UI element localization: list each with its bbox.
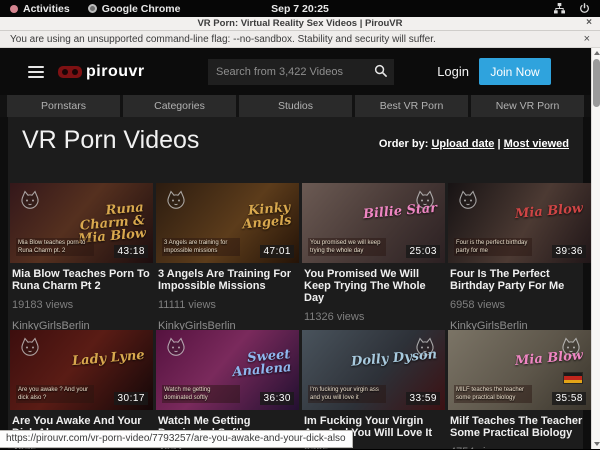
hamburger-menu-icon[interactable] [28, 63, 44, 81]
video-card[interactable]: Runa Charm & Mia Blow Mia Blow teaches p… [10, 183, 153, 330]
studio-cat-mask-watermark-icon [18, 335, 42, 359]
video-card[interactable]: Billie Star You promised we will keep tr… [302, 183, 445, 330]
video-duration-badge: 39:36 [552, 245, 586, 258]
video-title[interactable]: Milf Teaches The Teacher Some Practical … [450, 415, 589, 439]
german-flag-icon [563, 372, 583, 384]
status-url-bubble: https://pirouvr.com/vr-porn-video/779325… [0, 430, 353, 448]
order-by-most-viewed-link[interactable]: Most viewed [504, 138, 569, 150]
video-thumbnail[interactable]: Mia Blow MILF teaches the teacher some p… [448, 330, 591, 410]
search-button[interactable] [366, 59, 394, 85]
video-duration-badge: 43:18 [114, 245, 148, 258]
thumbnail-caption: Mia Blow teaches porn to Runa Charm pt. … [16, 238, 94, 256]
video-card[interactable]: Mia Blow MILF teaches the teacher some p… [448, 330, 591, 449]
warning-close-icon[interactable]: × [584, 33, 590, 45]
nav-item-studios[interactable]: Studios [239, 95, 352, 117]
order-by-controls: Order by: Upload date | Most viewed [379, 138, 569, 150]
thumbnail-overlay-title: Billie Star [362, 202, 437, 221]
login-link[interactable]: Login [437, 64, 469, 79]
thumbnail-caption: I'm fucking your virgin ass and you will… [308, 385, 386, 403]
window-close-icon[interactable]: × [586, 17, 592, 28]
nav-item-new-vr-porn[interactable]: New VR Porn [471, 95, 584, 117]
thumbnail-overlay-title: Dolly Dyson [350, 348, 437, 368]
video-thumbnail[interactable]: Mia Blow Four is the perfect birthday pa… [448, 183, 591, 263]
video-duration-badge: 35:58 [552, 392, 586, 405]
vr-headset-logo-icon [58, 66, 82, 78]
scrollbar-thumb[interactable] [593, 59, 600, 107]
main-nav: Pornstars Categories Studios Best VR Por… [0, 95, 591, 117]
browser-viewport: pirouvr Login Join Now Pornstars Categor… [0, 48, 600, 449]
scrollbar-down-arrow-icon[interactable] [592, 439, 600, 449]
video-views: 11111 views [158, 299, 297, 311]
window-title-bar: VR Porn: Virtual Reality Sex Videos | Pi… [0, 17, 600, 31]
search-icon [374, 64, 387, 80]
thumbnail-overlay-title: Sweet Analena [200, 348, 292, 382]
chrome-warning-bar: You are using an unsupported command-lin… [0, 31, 600, 48]
order-by-upload-date-link[interactable]: Upload date [431, 138, 494, 150]
video-thumbnail[interactable]: Kinky Angels 3 Angels are training for i… [156, 183, 299, 263]
content-panel: VR Porn Videos Order by: Upload date | M… [8, 117, 583, 449]
studio-cat-mask-watermark-icon [18, 188, 42, 212]
video-title[interactable]: 3 Angels Are Training For Impossible Mis… [158, 268, 297, 292]
search-input[interactable] [208, 66, 366, 78]
video-views: 6958 views [450, 299, 589, 311]
page-scrollbar[interactable] [591, 48, 600, 449]
join-now-button[interactable]: Join Now [479, 58, 551, 85]
thumbnail-overlay-title: Mia Blow [514, 202, 583, 221]
video-duration-badge: 30:17 [114, 392, 148, 405]
web-page: pirouvr Login Join Now Pornstars Categor… [0, 48, 591, 449]
thumbnail-caption: Are you awake ? And your dick also ? [16, 385, 94, 403]
page-title: VR Porn Videos [22, 126, 199, 155]
video-views: 11326 views [304, 311, 443, 323]
scrollbar-up-arrow-icon[interactable] [592, 48, 600, 58]
power-icon[interactable] [579, 3, 590, 14]
video-thumbnail[interactable]: Runa Charm & Mia Blow Mia Blow teaches p… [10, 183, 153, 263]
video-duration-badge: 47:01 [260, 245, 294, 258]
thumbnail-caption: MILF teaches the teacher some practical … [454, 385, 532, 403]
site-logo-text: pirouvr [86, 63, 145, 81]
video-duration-badge: 25:03 [406, 245, 440, 258]
video-duration-badge: 33:59 [406, 392, 440, 405]
app-menu-label: Google Chrome [102, 3, 181, 15]
activities-label: Activities [23, 3, 70, 15]
video-thumbnail[interactable]: Lady Lyne Are you awake ? And your dick … [10, 330, 153, 410]
chrome-icon [88, 4, 97, 13]
app-menu-google-chrome[interactable]: Google Chrome [88, 3, 181, 15]
video-title[interactable]: Mia Blow Teaches Porn To Runa Charm Pt 2 [12, 268, 151, 292]
video-views: 4754 views [450, 446, 589, 449]
system-top-bar: Activities Google Chrome Sep 7 20:25 [0, 0, 600, 17]
video-thumbnail[interactable]: Dolly Dyson I'm fucking your virgin ass … [302, 330, 445, 410]
thumbnail-overlay-title: Lady Lyne [72, 349, 146, 368]
nav-item-pornstars[interactable]: Pornstars [7, 95, 120, 117]
order-by-label: Order by: [379, 138, 429, 150]
studio-cat-mask-watermark-icon [164, 188, 188, 212]
video-title[interactable]: Four Is The Perfect Birthday Party For M… [450, 268, 589, 292]
video-views: 19183 views [12, 299, 151, 311]
clock[interactable]: Sep 7 20:25 [271, 3, 329, 15]
nav-item-categories[interactable]: Categories [123, 95, 236, 117]
site-header: pirouvr Login Join Now [0, 48, 591, 95]
network-icon[interactable] [554, 3, 565, 14]
video-thumbnail[interactable]: Billie Star You promised we will keep tr… [302, 183, 445, 263]
window-title: VR Porn: Virtual Reality Sex Videos | Pi… [197, 18, 402, 29]
video-duration-badge: 36:30 [260, 392, 294, 405]
video-title[interactable]: You Promised We Will Keep Trying The Who… [304, 268, 443, 304]
thumbnail-overlay-title: Mia Blow [514, 349, 583, 368]
site-logo[interactable]: pirouvr [58, 63, 145, 81]
nav-item-best-vr-porn[interactable]: Best VR Porn [355, 95, 468, 117]
activities-indicator-icon [10, 5, 18, 13]
thumbnail-caption: You promised we will keep trying the who… [308, 238, 386, 256]
video-thumbnail[interactable]: Sweet Analena Watch me getting dominated… [156, 330, 299, 410]
thumbnail-caption: Watch me getting dominated softly [162, 385, 240, 403]
studio-cat-mask-watermark-icon [456, 188, 480, 212]
thumbnail-caption: Four is the perfect birthday party for m… [454, 238, 532, 256]
search-box [208, 59, 394, 85]
video-card[interactable]: Mia Blow Four is the perfect birthday pa… [448, 183, 591, 330]
activities-button[interactable]: Activities [10, 3, 70, 15]
video-grid: Runa Charm & Mia Blow Mia Blow teaches p… [10, 183, 591, 449]
thumbnail-overlay-title: Kinky Angels [200, 201, 292, 235]
warning-text: You are using an unsupported command-lin… [10, 34, 436, 45]
studio-cat-mask-watermark-icon [164, 335, 188, 359]
video-card[interactable]: Kinky Angels 3 Angels are training for i… [156, 183, 299, 330]
thumbnail-caption: 3 Angels are training for impossible mis… [162, 238, 240, 256]
